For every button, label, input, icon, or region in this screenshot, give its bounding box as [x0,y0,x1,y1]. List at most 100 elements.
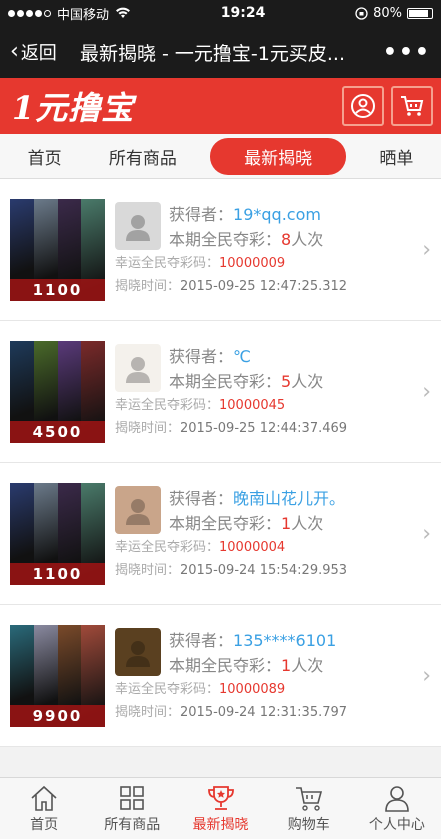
winner-name[interactable]: 晚南山花儿开。 [233,489,345,508]
avatar[interactable] [115,343,161,392]
tabbar-latest-reveal[interactable]: 最新揭晓 [176,778,264,839]
count-unit: 人次 [291,655,324,675]
lucky-code: 10000089 [219,681,286,697]
back-button[interactable]: ‹ 返回 [10,39,72,65]
battery-label: 80% [373,5,402,21]
tab-home[interactable]: 首页 [14,138,76,175]
battery-area: 80% [355,6,433,21]
reveal-item[interactable]: 4500 获得者：℃ 本期全民夺彩：5人次 幸运全民夺彩码：10000045 揭… [0,321,441,463]
lucky-code-line: 幸运全民夺彩码：10000009 [115,252,431,275]
winner-text: 获得者：晚南山花儿开。 本期全民夺彩：1人次 [169,486,345,536]
avatar[interactable] [115,627,161,676]
tab-show-orders[interactable]: 晒单 [365,138,427,175]
reveal-item[interactable]: 1100 获得者：19*qq.com 本期全民夺彩：8人次 幸运全民夺彩码：10… [0,179,441,321]
user-icon [385,785,409,812]
reveal-time: 2015-09-24 12:31:35.797 [180,704,348,720]
tab-latest-reveal[interactable]: 最新揭晓 [210,137,347,175]
count-unit: 人次 [291,513,324,533]
trophy-icon [207,785,234,810]
tabbar-label: 购物车 [287,816,330,833]
winner-row: 获得者：19*qq.com 本期全民夺彩：8人次 [115,201,431,252]
reveal-time-label: 揭晓时间： [115,420,181,436]
winner-row: 获得者：135****6101 本期全民夺彩：1人次 [115,627,431,678]
reveal-time-line: 揭晓时间：2015-09-25 12:47:25.312 [115,275,431,298]
item-info: 获得者：19*qq.com 本期全民夺彩：8人次 幸运全民夺彩码：1000000… [115,201,431,298]
lucky-code-line: 幸运全民夺彩码：10000045 [115,394,431,417]
carrier-area: 中国移动 [8,4,131,23]
user-avatar-icon [126,356,150,383]
chevron-right-icon: › [422,663,431,688]
tabbar-profile[interactable]: 个人中心 [353,778,441,839]
count-label: 本期全民夺彩： [169,513,282,533]
count-label: 本期全民夺彩： [169,229,282,249]
winner-label: 获得者： [169,204,234,224]
wifi-icon [116,7,131,19]
tabbar-cart[interactable]: 购物车 [265,778,353,839]
winner-text: 获得者：19*qq.com 本期全民夺彩：8人次 [169,202,323,252]
participation-count: 1 [281,513,292,533]
cart-button[interactable] [391,86,433,126]
lucky-code-line: 幸运全民夺彩码：10000004 [115,536,431,559]
product-image[interactable]: 4500 [10,340,105,443]
brand-bar: 1元撸宝 [0,78,441,134]
tabbar-label: 最新揭晓 [192,816,249,833]
tabbar-all-products[interactable]: 所有商品 [88,778,176,839]
page-title: 最新揭晓 - 一元撸宝-1元买皮... [80,42,345,65]
reveal-list: 1100 获得者：19*qq.com 本期全民夺彩：8人次 幸运全民夺彩码：10… [0,179,441,747]
winner-name[interactable]: 19*qq.com [233,205,321,224]
product-image[interactable]: 9900 [10,624,105,727]
signal-icon [8,9,51,17]
winner-label: 获得者： [169,630,234,650]
tabbar-label: 首页 [30,816,59,833]
lucky-code-line: 幸运全民夺彩码：10000089 [115,678,431,701]
winner-line: 获得者：晚南山花儿开。 [169,486,345,511]
winner-text: 获得者：℃ 本期全民夺彩：5人次 [169,344,323,394]
profile-button[interactable] [342,86,384,126]
tab-all-products[interactable]: 所有商品 [95,138,191,175]
reveal-item[interactable]: 9900 获得者：135****6101 本期全民夺彩：1人次 幸运全民夺彩码：… [0,605,441,747]
chevron-left-icon: ‹ [10,39,19,64]
participation-count: 8 [281,229,292,249]
participation-count: 5 [281,371,292,391]
item-info: 获得者：℃ 本期全民夺彩：5人次 幸运全民夺彩码：10000045 揭晓时间：2… [115,343,431,440]
count-line: 本期全民夺彩：1人次 [169,511,345,536]
product-image[interactable]: 1100 [10,482,105,585]
product-image[interactable]: 1100 [10,198,105,301]
winner-line: 获得者：19*qq.com [169,202,323,227]
lucky-code: 10000004 [219,539,286,555]
more-button[interactable]: ••• [383,40,431,65]
avatar[interactable] [115,201,161,250]
grid-icon [120,785,145,810]
avatar[interactable] [115,485,161,534]
lucky-code-label: 幸运全民夺彩码： [115,539,220,555]
battery-icon [407,7,433,19]
tabbar-label: 个人中心 [368,816,425,833]
lucky-code: 10000045 [219,397,286,413]
reveal-time: 2015-09-24 15:54:29.953 [180,562,348,578]
price-label: 4500 [10,420,105,443]
reveal-time-line: 揭晓时间：2015-09-24 12:31:35.797 [115,701,431,724]
count-unit: 人次 [291,229,324,249]
cart-icon [401,96,424,116]
chevron-right-icon: › [422,237,431,262]
status-bar: 中国移动 19:24 80% [0,0,441,26]
orientation-lock-icon [355,6,368,20]
brand-actions [342,86,433,126]
clock: 19:24 [220,5,266,21]
logo[interactable]: 1元撸宝 [12,83,134,129]
user-avatar-icon [126,498,150,525]
reveal-item[interactable]: 1100 获得者：晚南山花儿开。 本期全民夺彩：1人次 幸运全民夺彩码：1000… [0,463,441,605]
chevron-right-icon: › [422,521,431,546]
winner-text: 获得者：135****6101 本期全民夺彩：1人次 [169,628,336,678]
user-avatar-icon [126,640,150,667]
winner-name[interactable]: ℃ [233,347,251,366]
lucky-code-label: 幸运全民夺彩码： [115,397,220,413]
winner-line: 获得者：℃ [169,344,323,369]
participation-count: 1 [281,655,292,675]
lucky-code: 10000009 [219,255,286,271]
winner-line: 获得者：135****6101 [169,628,336,653]
reveal-time-label: 揭晓时间： [115,704,181,720]
winner-name[interactable]: 135****6101 [233,631,336,650]
user-circle-icon [351,94,375,118]
tabbar-home[interactable]: 首页 [0,778,88,839]
